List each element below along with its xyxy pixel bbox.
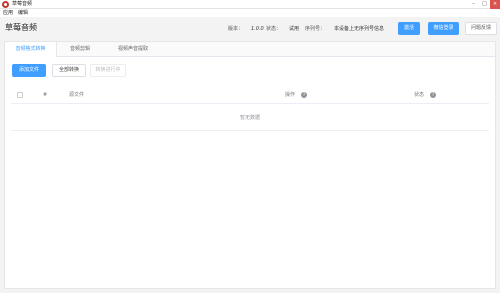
empty-text: 暂无数据 — [239, 115, 260, 121]
table-header: # 源文件 操作 ? 状态 ? — [11, 86, 489, 104]
activate-button[interactable]: 激活 — [398, 22, 420, 35]
wechat-login-button[interactable]: 微信登录 — [428, 22, 459, 35]
status-label: 状态： — [266, 26, 282, 32]
convert-all-button[interactable]: 全部转换 — [52, 64, 86, 77]
tab-audio-edit[interactable]: 音频剪辑 — [60, 42, 100, 57]
title-bar: 草莓音频 – □ × — [0, 0, 500, 9]
converting-button[interactable]: 转换进行中 — [90, 64, 126, 77]
main-panel: 音频格式转换 音频剪辑 视频声音提取 添加文件 全部转换 转换进行中 # 源文件… — [4, 41, 496, 289]
minimize-button[interactable]: – — [468, 0, 479, 9]
close-button[interactable]: × — [490, 0, 500, 9]
menu-app[interactable]: 应用 — [3, 10, 13, 16]
serial-value: 本设备上无序列号信息 — [334, 26, 385, 32]
tab-format-convert[interactable]: 音频格式转换 — [5, 42, 57, 57]
column-index: # — [43, 92, 48, 98]
window-title: 草莓音频 — [12, 1, 33, 7]
action-help-icon[interactable]: ? — [301, 92, 307, 98]
column-action: 操作 — [285, 92, 296, 98]
menu-edit[interactable]: 编辑 — [18, 10, 28, 16]
empty-row: 暂无数据 — [11, 105, 489, 131]
select-all-checkbox[interactable] — [17, 92, 23, 98]
version-value: 1.0.0 — [251, 26, 264, 32]
add-file-button[interactable]: 添加文件 — [12, 64, 46, 77]
tab-video-audio-extract[interactable]: 视频声音提取 — [105, 42, 161, 57]
feedback-button[interactable]: 问题反馈 — [465, 22, 497, 35]
serial-label: 序列号： — [305, 26, 326, 32]
maximize-button[interactable]: □ — [479, 0, 490, 9]
status-value: 试用 — [289, 26, 300, 32]
app-title: 草莓音频 — [5, 23, 37, 32]
version-label: 版本： — [228, 26, 244, 32]
menu-bar: 应用 编辑 — [0, 9, 500, 17]
status-help-icon[interactable]: ? — [430, 92, 436, 98]
column-status: 状态 — [414, 92, 425, 98]
app-logo-icon — [2, 1, 9, 8]
tab-bar: 音频格式转换 音频剪辑 视频声音提取 — [5, 42, 495, 57]
app-header: 草莓音频 版本： 1.0.0 状态： 试用 序列号： 本设备上无序列号信息 激活… — [0, 17, 500, 41]
column-source-file: 源文件 — [69, 92, 85, 98]
